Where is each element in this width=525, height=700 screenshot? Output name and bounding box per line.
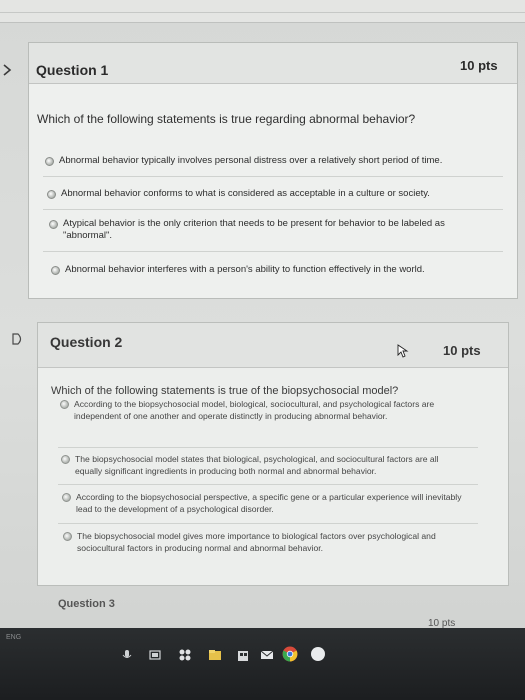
windows-taskbar xyxy=(0,628,525,700)
answer-divider xyxy=(58,447,478,448)
file-explorer-icon[interactable] xyxy=(208,648,222,662)
radio-button[interactable] xyxy=(62,493,71,502)
language-indicator[interactable]: ENG xyxy=(6,634,21,641)
radio-button[interactable] xyxy=(60,400,69,409)
task-view-icon[interactable] xyxy=(148,648,162,662)
question-2-card: Question 2 10 pts Which of the following… xyxy=(37,322,509,586)
radio-button[interactable] xyxy=(47,190,56,199)
store-icon[interactable] xyxy=(236,648,250,662)
flag-icon[interactable] xyxy=(2,64,14,76)
question-3-title: Question 3 xyxy=(58,598,115,610)
question-1-title: Question 1 xyxy=(36,62,109,78)
app-circle-icon[interactable] xyxy=(310,646,326,662)
chrome-icon[interactable] xyxy=(282,646,298,662)
radio-button[interactable] xyxy=(51,266,60,275)
flag-icon[interactable] xyxy=(12,333,24,345)
mouse-cursor-icon xyxy=(397,344,409,358)
question-2-title: Question 2 xyxy=(50,334,123,350)
network-icon[interactable] xyxy=(178,648,192,662)
question-1-card: Question 1 10 pts Which of the following… xyxy=(28,42,518,299)
radio-button[interactable] xyxy=(63,532,72,541)
top-divider xyxy=(0,12,525,13)
radio-button[interactable] xyxy=(61,455,70,464)
answer-divider xyxy=(58,484,478,485)
question-1-points: 10 pts xyxy=(460,58,498,73)
mic-icon[interactable] xyxy=(120,648,134,662)
radio-button[interactable] xyxy=(45,157,54,166)
answer-divider xyxy=(43,209,503,210)
question-2-points: 10 pts xyxy=(443,343,481,358)
answer-divider xyxy=(43,176,503,177)
radio-button[interactable] xyxy=(49,220,58,229)
answer-divider xyxy=(43,251,503,252)
question-1-prompt: Which of the following statements is tru… xyxy=(37,112,416,126)
answer-divider xyxy=(58,523,478,524)
mail-icon[interactable] xyxy=(260,648,274,662)
question-2-prompt: Which of the following statements is tru… xyxy=(51,385,399,397)
